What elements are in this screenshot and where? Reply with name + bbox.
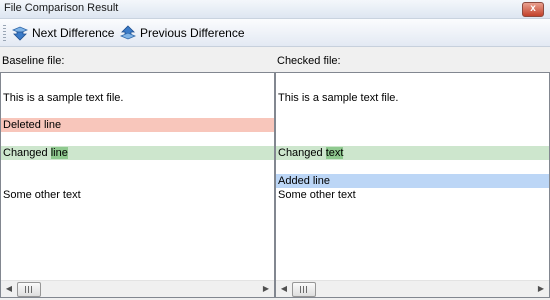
baseline-horizontal-scrollbar[interactable]: ◀ ▶ [1,280,274,297]
arrow-up-icon [120,25,136,40]
baseline-other-line: Some other text [3,189,81,201]
checked-other-line: Some other text [278,189,356,201]
checked-horizontal-scrollbar[interactable]: ◀ ▶ [276,280,549,297]
scroll-right-icon[interactable]: ▶ [534,281,548,297]
baseline-pane[interactable]: This is a sample text file. Deleted line… [0,72,275,298]
close-button[interactable]: x [522,2,544,17]
checked-file-label: Checked file: [277,55,341,67]
baseline-line-1: This is a sample text file. [3,92,124,104]
checked-changed-line: Changed text [276,146,549,160]
next-difference-label: Next Difference [32,26,115,40]
scroll-right-icon[interactable]: ▶ [259,281,273,297]
grip-icon [25,286,32,293]
baseline-changed-text: Changed [3,147,51,159]
grip-icon [300,286,307,293]
scroll-thumb[interactable] [292,282,316,297]
scroll-left-icon[interactable]: ◀ [2,281,16,297]
checked-pane[interactable]: This is a sample text file. Changed text… [275,72,550,298]
toolbar: Next Difference Previous Difference [0,19,550,47]
scroll-left-icon[interactable]: ◀ [277,281,291,297]
close-icon: x [530,3,536,14]
checked-line-1: This is a sample text file. [278,92,399,104]
window-title: File Comparison Result [4,2,119,14]
toolbar-grip[interactable] [3,25,6,41]
title-bar: File Comparison Result x [0,0,550,19]
previous-difference-button[interactable]: Previous Difference [120,23,245,43]
baseline-changed-word: line [50,147,68,159]
checked-changed-text: Changed [278,147,326,159]
baseline-file-label: Baseline file: [2,55,65,67]
checked-changed-word: text [325,147,344,159]
deleted-line: Deleted line [1,118,274,132]
previous-difference-label: Previous Difference [140,26,245,40]
scroll-thumb[interactable] [17,282,41,297]
added-line: Added line [276,174,549,188]
arrow-down-icon [12,26,28,41]
next-difference-button[interactable]: Next Difference [12,23,114,43]
baseline-changed-line: Changed line [1,146,274,160]
